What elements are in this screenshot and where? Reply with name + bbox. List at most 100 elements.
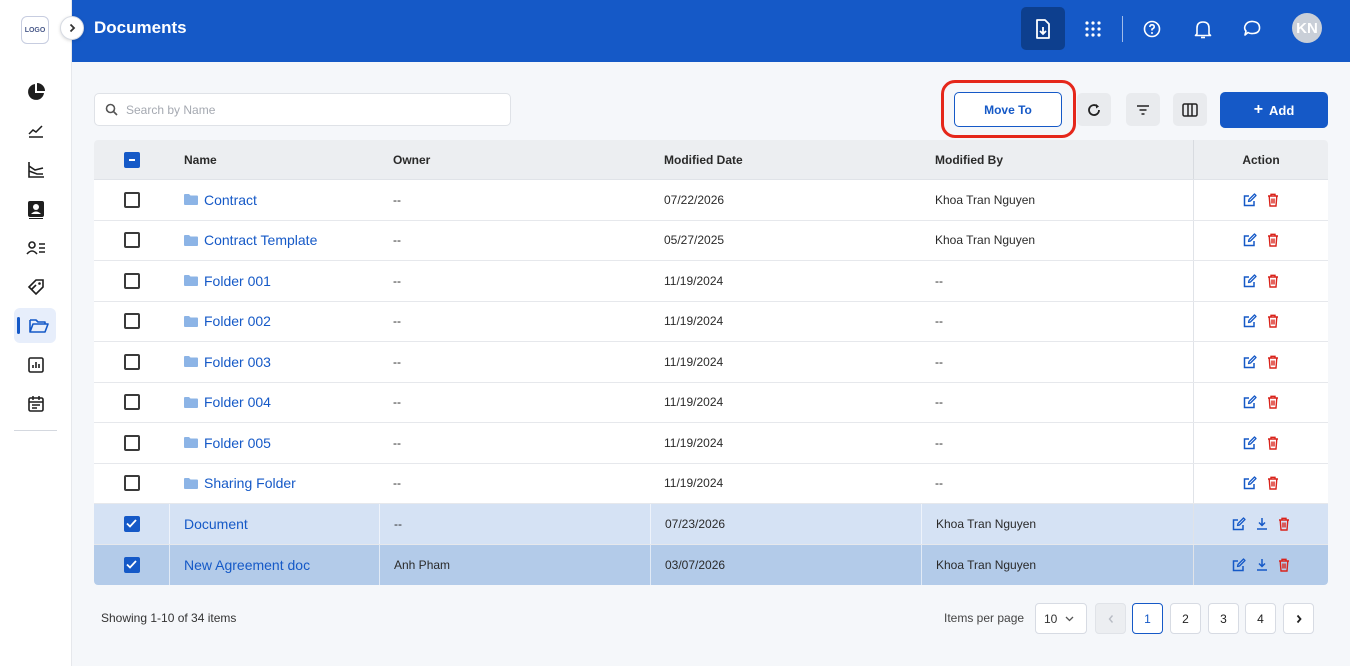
file-link[interactable]: Document xyxy=(184,516,248,532)
sidebar-expand-button[interactable] xyxy=(60,16,84,40)
filter-icon xyxy=(1137,104,1149,115)
row-checkbox[interactable] xyxy=(123,556,140,573)
delete-icon[interactable] xyxy=(1267,476,1279,490)
user-avatar[interactable]: KN xyxy=(1292,13,1322,43)
search-input[interactable] xyxy=(126,102,496,117)
row-select-cell xyxy=(94,423,169,463)
row-checkbox[interactable] xyxy=(123,434,140,451)
edit-icon[interactable] xyxy=(1243,193,1257,207)
sidebar-item-contacts[interactable] xyxy=(0,189,72,228)
page-button-2[interactable]: 2 xyxy=(1170,603,1201,634)
move-to-button[interactable]: Move To xyxy=(954,92,1062,127)
row-checkbox[interactable] xyxy=(123,313,140,330)
table-row[interactable]: Document -- 07/23/2026 Khoa Tran Nguyen xyxy=(94,504,1328,545)
select-all-checkbox[interactable] xyxy=(123,151,140,168)
chat-button[interactable] xyxy=(1230,7,1274,50)
edit-icon[interactable] xyxy=(1243,233,1257,247)
download-icon[interactable] xyxy=(1256,558,1268,571)
folder-link[interactable]: Contract xyxy=(184,192,257,208)
search-box xyxy=(94,93,511,126)
items-per-page-select[interactable]: 10 xyxy=(1035,603,1087,634)
delete-icon[interactable] xyxy=(1267,436,1279,450)
folder-link[interactable]: Contract Template xyxy=(184,232,317,248)
plus-icon: + xyxy=(1253,101,1264,118)
prev-page-button[interactable] xyxy=(1095,603,1126,634)
sidebar-item-reports[interactable] xyxy=(0,345,72,384)
folder-link[interactable]: Folder 005 xyxy=(184,435,271,451)
header-modified-date[interactable]: Modified Date xyxy=(650,140,921,179)
header-modified-by[interactable]: Modified By xyxy=(921,140,1193,179)
folder-icon xyxy=(184,356,198,368)
modified-by-cell: -- xyxy=(935,314,943,329)
header-owner[interactable]: Owner xyxy=(379,140,650,179)
edit-icon[interactable] xyxy=(1243,274,1257,288)
action-cell xyxy=(1193,220,1328,260)
row-checkbox[interactable] xyxy=(123,353,140,370)
modified-by-cell: Khoa Tran Nguyen xyxy=(935,192,1036,207)
table-row[interactable]: Folder 004 -- 11/19/2024 -- xyxy=(94,382,1328,423)
sidebar-item-calendar[interactable] xyxy=(0,384,72,423)
next-page-button[interactable] xyxy=(1283,603,1314,634)
filter-button[interactable] xyxy=(1126,93,1160,126)
edit-icon[interactable] xyxy=(1243,355,1257,369)
row-checkbox[interactable] xyxy=(123,394,140,411)
chevron-right-icon xyxy=(1296,614,1302,623)
sidebar-item-trends[interactable] xyxy=(0,111,72,150)
row-checkbox[interactable] xyxy=(123,272,140,289)
folder-link[interactable]: Sharing Folder xyxy=(184,475,296,491)
download-doc-button[interactable] xyxy=(1021,7,1065,50)
delete-icon[interactable] xyxy=(1267,355,1279,369)
header-name[interactable]: Name xyxy=(169,140,379,179)
download-icon[interactable] xyxy=(1256,517,1268,530)
table-row[interactable]: Folder 005 -- 11/19/2024 -- xyxy=(94,423,1328,464)
edit-icon[interactable] xyxy=(1232,558,1246,572)
name-cell: Contract xyxy=(169,180,379,220)
table-row[interactable]: New Agreement doc Anh Pham 03/07/2026 Khoa … xyxy=(94,544,1328,586)
notifications-button[interactable] xyxy=(1181,7,1225,50)
sidebar-item-documents[interactable] xyxy=(0,306,72,345)
sidebar-item-users[interactable] xyxy=(0,228,72,267)
apps-grid-button[interactable] xyxy=(1071,7,1115,50)
folder-link[interactable]: Folder 001 xyxy=(184,273,271,289)
edit-icon[interactable] xyxy=(1243,436,1257,450)
row-checkbox[interactable] xyxy=(123,191,140,208)
table-row[interactable]: Folder 001 -- 11/19/2024 -- xyxy=(94,261,1328,302)
delete-icon[interactable] xyxy=(1278,517,1290,531)
row-select-cell xyxy=(94,545,169,586)
owner-cell: Anh Pham xyxy=(379,544,650,585)
delete-icon[interactable] xyxy=(1278,558,1290,572)
folder-link[interactable]: Folder 002 xyxy=(184,313,271,329)
delete-icon[interactable] xyxy=(1267,193,1279,207)
page-button-3[interactable]: 3 xyxy=(1208,603,1239,634)
sidebar-item-dashboard[interactable] xyxy=(0,72,72,111)
delete-icon[interactable] xyxy=(1267,395,1279,409)
modified-date-cell: 07/23/2026 xyxy=(650,504,921,544)
folder-link[interactable]: Folder 003 xyxy=(184,354,271,370)
page-button-1[interactable]: 1 xyxy=(1132,603,1163,634)
sidebar-item-analytics[interactable] xyxy=(0,150,72,189)
row-checkbox[interactable] xyxy=(123,232,140,249)
edit-icon[interactable] xyxy=(1243,476,1257,490)
add-button[interactable]: + Add xyxy=(1220,92,1328,128)
refresh-button[interactable] xyxy=(1077,93,1111,126)
row-checkbox[interactable] xyxy=(123,515,140,532)
table-row[interactable]: Contract -- 07/22/2026 Khoa Tran Nguyen xyxy=(94,180,1328,221)
sidebar-item-tags[interactable] xyxy=(0,267,72,306)
page-button-4[interactable]: 4 xyxy=(1245,603,1276,634)
table-row[interactable]: Contract Template -- 05/27/2025 Khoa Tran N… xyxy=(94,220,1328,261)
table-row[interactable]: Sharing Folder -- 11/19/2024 -- xyxy=(94,463,1328,504)
help-button[interactable] xyxy=(1130,7,1174,50)
table-row[interactable]: Folder 002 -- 11/19/2024 -- xyxy=(94,301,1328,342)
file-link[interactable]: New Agreement doc xyxy=(184,557,310,573)
delete-icon[interactable] xyxy=(1267,233,1279,247)
delete-icon[interactable] xyxy=(1267,274,1279,288)
edit-icon[interactable] xyxy=(1243,395,1257,409)
folder-link[interactable]: Folder 004 xyxy=(184,394,271,410)
delete-icon[interactable] xyxy=(1267,314,1279,328)
columns-button[interactable] xyxy=(1173,93,1207,126)
row-checkbox[interactable] xyxy=(123,475,140,492)
table-row[interactable]: Folder 003 -- 11/19/2024 -- xyxy=(94,342,1328,383)
items-per-page-value: 10 xyxy=(1044,611,1058,626)
edit-icon[interactable] xyxy=(1232,517,1246,531)
edit-icon[interactable] xyxy=(1243,314,1257,328)
